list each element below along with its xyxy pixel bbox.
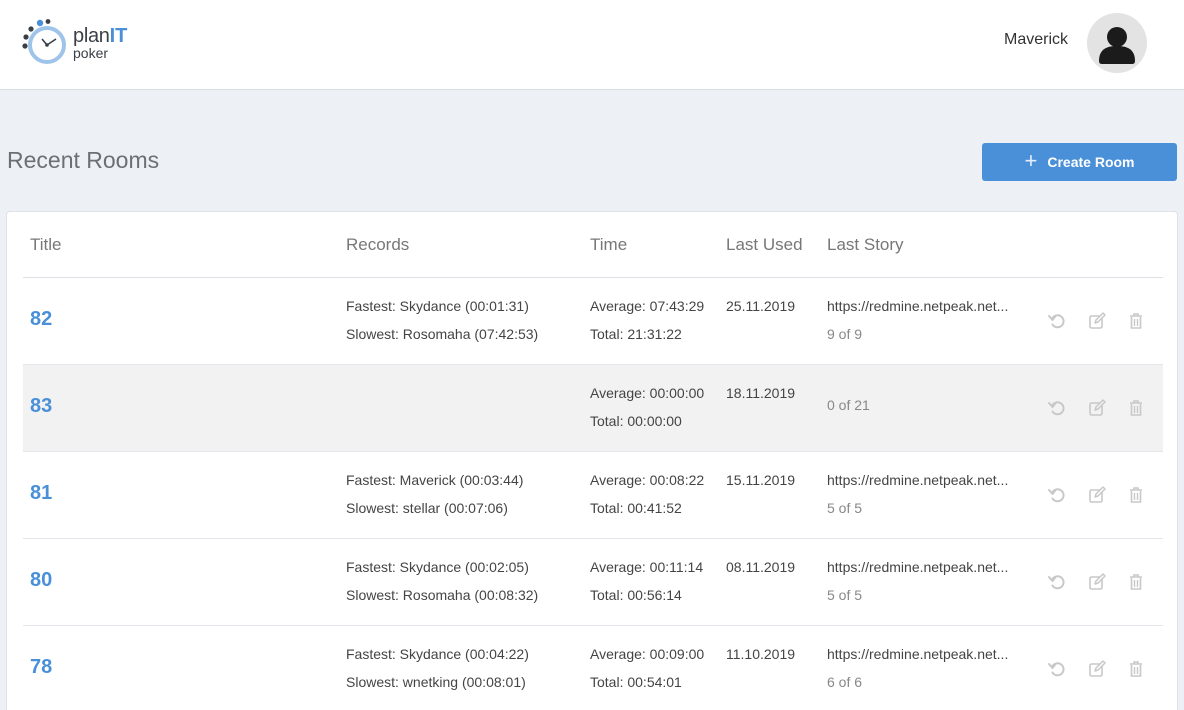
create-room-button[interactable]: + Create Room — [982, 143, 1177, 181]
last-story-link[interactable]: https://redmine.netpeak.net... — [827, 559, 1008, 575]
time-total: Total: 21:31:22 — [590, 326, 682, 342]
records-slowest: Slowest: Rosomaha (07:42:53) — [346, 326, 539, 342]
logo-plan-text: plan — [73, 25, 110, 47]
room-title-link[interactable]: 80 — [30, 569, 52, 592]
edit-icon[interactable] — [1087, 572, 1107, 592]
table-row: 81 Fastest: Maverick (00:03:44) Slowest:… — [23, 452, 1163, 539]
top-bar: planIT poker Maverick — [0, 0, 1184, 90]
time-average: Average: 00:09:00 — [590, 646, 705, 662]
trash-icon[interactable] — [1126, 485, 1146, 505]
logo-wordmark: planIT — [73, 26, 127, 46]
rooms-table: Title Records Time Last Used Last Story … — [6, 211, 1178, 710]
story-count: 9 of 9 — [827, 326, 863, 342]
last-story-link[interactable]: https://redmine.netpeak.net... — [827, 298, 1008, 314]
records-slowest: Slowest: stellar (00:07:06) — [346, 500, 508, 516]
records-fastest: Fastest: Skydance (00:02:05) — [346, 559, 529, 575]
user-name[interactable]: Maverick — [1004, 31, 1068, 49]
logo-it-text: IT — [109, 25, 128, 47]
logo-poker-text: poker — [73, 45, 109, 61]
records-slowest: Slowest: wnetking (00:08:01) — [346, 674, 526, 690]
records-fastest: Fastest: Maverick (00:03:44) — [346, 472, 524, 488]
room-title-link[interactable]: 83 — [30, 395, 52, 418]
plus-icon: + — [1024, 148, 1038, 173]
last-used-date: 11.10.2019 — [726, 646, 796, 662]
trash-icon[interactable] — [1126, 398, 1146, 418]
page-title: Recent Rooms — [7, 147, 160, 173]
planit-poker-logo[interactable]: planIT poker — [20, 18, 150, 70]
user-avatar[interactable] — [1087, 13, 1147, 73]
room-title-link[interactable]: 81 — [30, 482, 52, 505]
time-total: Total: 00:56:14 — [590, 587, 682, 603]
reset-icon[interactable] — [1047, 572, 1067, 592]
last-used-date: 18.11.2019 — [726, 385, 796, 401]
last-story-link[interactable]: https://redmine.netpeak.net... — [827, 646, 1008, 662]
table-row: 83 Average: 00:00:00 Total: 00:00:00 18.… — [23, 365, 1163, 452]
trash-icon[interactable] — [1126, 572, 1146, 592]
header-time[interactable]: Time — [590, 235, 627, 255]
last-story-link[interactable]: https://redmine.netpeak.net... — [827, 472, 1008, 488]
trash-icon[interactable] — [1126, 311, 1146, 331]
stopwatch-logo-icon — [22, 19, 66, 64]
reset-icon[interactable] — [1047, 311, 1067, 331]
time-total: Total: 00:00:00 — [590, 413, 682, 429]
story-count: 5 of 5 — [827, 587, 863, 603]
last-used-date: 15.11.2019 — [726, 472, 796, 488]
edit-icon[interactable] — [1087, 659, 1107, 679]
records-fastest: Fastest: Skydance (00:01:31) — [346, 298, 529, 314]
time-average: Average: 07:43:29 — [590, 298, 705, 314]
table-header: Title Records Time Last Used Last Story — [23, 212, 1163, 278]
user-avatar-icon — [1099, 27, 1135, 64]
time-total: Total: 00:41:52 — [590, 500, 682, 516]
story-count: 6 of 6 — [827, 674, 863, 690]
edit-icon[interactable] — [1087, 311, 1107, 331]
time-average: Average: 00:08:22 — [590, 472, 705, 488]
reset-icon[interactable] — [1047, 485, 1067, 505]
edit-icon[interactable] — [1087, 398, 1107, 418]
edit-icon[interactable] — [1087, 485, 1107, 505]
records-fastest: Fastest: Skydance (00:04:22) — [346, 646, 529, 662]
trash-icon[interactable] — [1126, 659, 1146, 679]
table-body: 82 Fastest: Skydance (00:01:31) Slowest:… — [23, 278, 1163, 710]
reset-icon[interactable] — [1047, 659, 1067, 679]
last-used-date: 25.11.2019 — [726, 298, 796, 314]
header-records[interactable]: Records — [346, 235, 409, 255]
reset-icon[interactable] — [1047, 398, 1067, 418]
story-count: 5 of 5 — [827, 500, 863, 516]
table-row: 78 Fastest: Skydance (00:04:22) Slowest:… — [23, 626, 1163, 710]
time-average: Average: 00:00:00 — [590, 385, 705, 401]
room-title-link[interactable]: 78 — [30, 656, 52, 679]
story-count: 0 of 21 — [827, 397, 870, 413]
time-total: Total: 00:54:01 — [590, 674, 682, 690]
create-room-label: Create Room — [1047, 154, 1135, 170]
table-row: 80 Fastest: Skydance (00:02:05) Slowest:… — [23, 539, 1163, 626]
header-last-used[interactable]: Last Used — [726, 235, 803, 255]
room-title-link[interactable]: 82 — [30, 308, 52, 331]
last-used-date: 08.11.2019 — [726, 559, 796, 575]
time-average: Average: 00:11:14 — [590, 559, 704, 575]
header-last-story[interactable]: Last Story — [827, 235, 904, 255]
header-title[interactable]: Title — [30, 235, 62, 255]
records-slowest: Slowest: Rosomaha (00:08:32) — [346, 587, 539, 603]
table-row: 82 Fastest: Skydance (00:01:31) Slowest:… — [23, 278, 1163, 365]
